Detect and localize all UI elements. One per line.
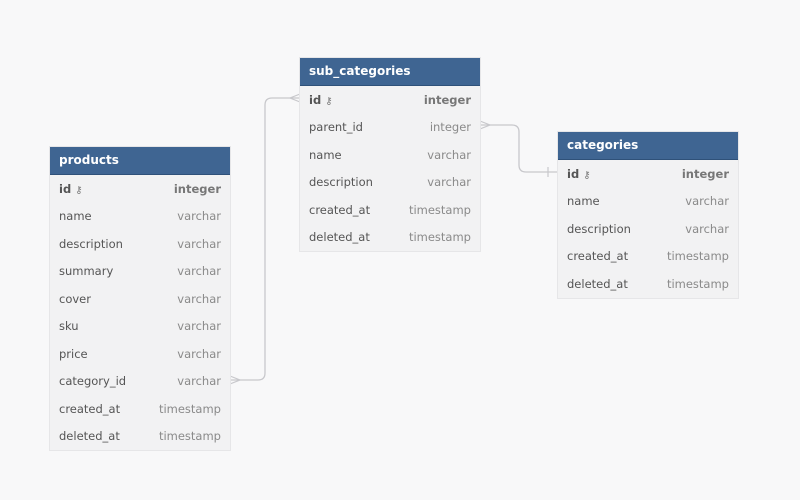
column-type: varchar — [177, 236, 221, 251]
column-row[interactable]: id ⚷ integer — [300, 86, 480, 114]
table-header[interactable]: sub_categories — [300, 58, 480, 86]
column-name-wrap: id ⚷ — [309, 93, 333, 107]
column-type: timestamp — [408, 202, 471, 217]
column-row[interactable]: summary varchar — [50, 258, 230, 286]
column-type: timestamp — [158, 401, 221, 416]
column-row[interactable]: description varchar — [300, 169, 480, 197]
column-row[interactable]: created_at timestamp — [558, 243, 738, 271]
column-name-wrap: name — [567, 194, 600, 208]
column-name: name — [59, 209, 92, 224]
column-name-wrap: created_at — [309, 203, 370, 217]
column-row[interactable]: deleted_at timestamp — [558, 270, 738, 298]
column-name-wrap: deleted_at — [567, 277, 628, 291]
column-row[interactable]: description varchar — [558, 215, 738, 243]
key-icon: ⚷ — [583, 169, 591, 181]
column-name: deleted_at — [567, 276, 628, 291]
column-name: created_at — [59, 401, 121, 416]
column-type: timestamp — [666, 276, 729, 291]
column-name-wrap: created_at — [567, 249, 628, 263]
column-type: integer — [423, 92, 471, 107]
column-type: varchar — [177, 374, 221, 389]
column-type: integer — [173, 181, 221, 196]
column-type: integer — [681, 166, 729, 181]
column-name: summary — [59, 264, 114, 279]
column-type: varchar — [177, 319, 221, 334]
table-categories[interactable]: categories id ⚷ integer name varchar desc… — [558, 132, 738, 298]
column-name-wrap: description — [309, 175, 373, 189]
column-name: created_at — [567, 249, 629, 264]
relation-products-sub-categories[interactable] — [230, 97, 300, 381]
column-name: description — [309, 175, 373, 190]
column-type: varchar — [177, 209, 221, 224]
column-name: description — [59, 236, 123, 251]
column-type: integer — [429, 120, 471, 135]
column-name: price — [59, 346, 88, 361]
column-name-wrap: parent_id — [309, 120, 363, 134]
column-row[interactable]: price varchar — [50, 340, 230, 368]
column-row[interactable]: id ⚷ integer — [558, 160, 738, 188]
column-row[interactable]: parent_id integer — [300, 114, 480, 142]
column-type: varchar — [685, 221, 729, 236]
column-name-wrap: description — [567, 222, 631, 236]
column-name-wrap: deleted_at — [309, 230, 370, 244]
column-name: description — [567, 221, 631, 236]
column-name: id — [59, 181, 72, 196]
table-sub-categories[interactable]: sub_categories id ⚷ integer parent_id int… — [300, 58, 480, 251]
column-row[interactable]: name varchar — [558, 188, 738, 216]
column-name-wrap: description — [59, 237, 123, 251]
column-row[interactable]: description varchar — [50, 230, 230, 258]
column-name-wrap: name — [309, 148, 342, 162]
table-header[interactable]: products — [50, 147, 230, 175]
relation-sub-categories-categories[interactable] — [480, 124, 558, 173]
column-name-wrap: summary — [59, 264, 113, 278]
column-row[interactable]: cover varchar — [50, 285, 230, 313]
column-name: cover — [59, 291, 91, 306]
column-type: timestamp — [666, 249, 729, 264]
column-name-wrap: cover — [59, 292, 91, 306]
column-type: varchar — [177, 291, 221, 306]
column-name-wrap: deleted_at — [59, 429, 120, 443]
column-name: name — [309, 147, 342, 162]
column-name-wrap: created_at — [59, 402, 120, 416]
column-name-wrap: name — [59, 209, 92, 223]
column-type: timestamp — [158, 429, 221, 444]
column-name-wrap: sku — [59, 319, 79, 333]
column-name: category_id — [59, 374, 127, 389]
column-row[interactable]: name varchar — [300, 141, 480, 169]
column-name-wrap: category_id — [59, 374, 126, 388]
column-type: varchar — [427, 147, 471, 162]
column-row[interactable]: name varchar — [50, 203, 230, 231]
column-type: varchar — [177, 346, 221, 361]
column-row[interactable]: sku varchar — [50, 313, 230, 341]
column-name: parent_id — [309, 120, 363, 135]
column-type: timestamp — [408, 230, 471, 245]
table-products[interactable]: products id ⚷ integer name varchar descri… — [50, 147, 230, 450]
column-row[interactable]: id ⚷ integer — [50, 175, 230, 203]
column-name: id — [567, 166, 580, 181]
column-row[interactable]: deleted_at timestamp — [50, 423, 230, 451]
key-icon: ⚷ — [75, 184, 83, 196]
column-name: id — [309, 92, 322, 107]
key-icon: ⚷ — [325, 95, 333, 107]
column-name: deleted_at — [59, 429, 120, 444]
column-name: deleted_at — [309, 230, 370, 245]
column-name: sku — [59, 319, 79, 334]
column-type: varchar — [427, 175, 471, 190]
column-name-wrap: price — [59, 347, 88, 361]
column-name: name — [567, 194, 600, 209]
column-name: created_at — [309, 202, 371, 217]
column-name-wrap: id ⚷ — [59, 182, 83, 196]
column-row[interactable]: category_id varchar — [50, 368, 230, 396]
column-name-wrap: id ⚷ — [567, 167, 591, 181]
column-type: varchar — [177, 264, 221, 279]
column-row[interactable]: created_at timestamp — [50, 395, 230, 423]
column-type: varchar — [685, 194, 729, 209]
column-row[interactable]: created_at timestamp — [300, 196, 480, 224]
table-header[interactable]: categories — [558, 132, 738, 160]
column-row[interactable]: deleted_at timestamp — [300, 224, 480, 252]
